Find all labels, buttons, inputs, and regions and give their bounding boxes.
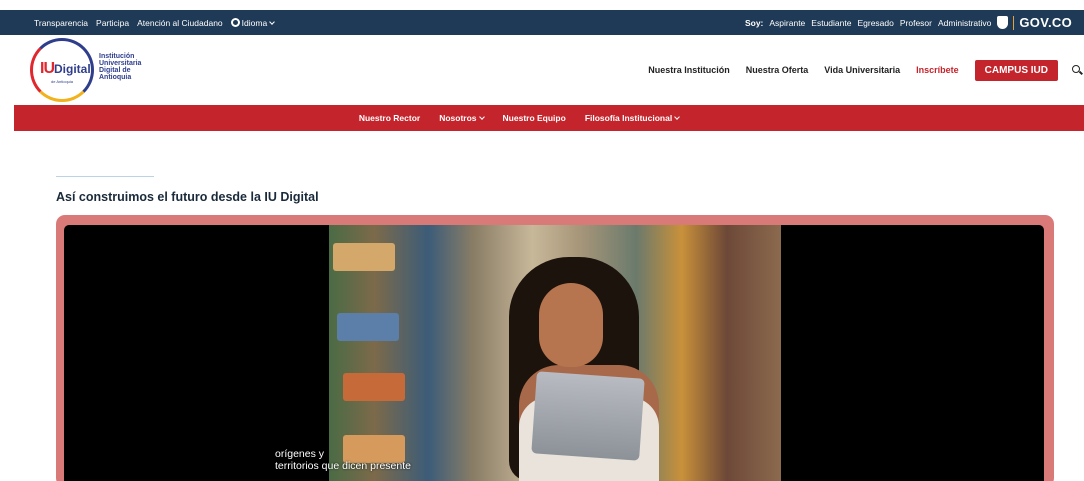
institution-logo[interactable]: IUDigital de Antioquia [30,38,94,102]
subnav-filosofia-institucional[interactable]: Filosofía Institucional [585,113,681,123]
govco-separator [1013,15,1015,30]
painted-board [333,243,395,271]
nav-nuestra-oferta[interactable]: Nuestra Oferta [746,65,809,75]
govco-label: GOV.CO [1019,15,1072,30]
link-participa[interactable]: Participa [96,18,129,28]
link-transparencia[interactable]: Transparencia [34,18,88,28]
role-aspirante[interactable]: Aspirante [769,18,805,28]
top-links: Transparencia Participa Atención al Ciud… [34,10,276,35]
search-icon[interactable] [1070,63,1084,77]
video-thumbnail [329,225,781,481]
chevron-down-icon [478,114,485,120]
video-caption: orígenes y territorios que dicen present… [275,448,411,472]
language-selector[interactable]: Idioma [230,17,276,28]
shield-icon [997,16,1009,29]
subnav-nuestro-equipo[interactable]: Nuestro Equipo [503,113,566,123]
sub-nav: Nuestro Rector Nosotros Nuestro Equipo F… [14,105,1084,131]
subnav-nosotros[interactable]: Nosotros [439,113,485,123]
video-player[interactable]: orígenes y territorios que dicen present… [64,225,1044,481]
subnav-nuestro-rector[interactable]: Nuestro Rector [359,113,420,123]
globe-icon [230,17,240,27]
logo-subtext: de Antioquia [51,79,74,84]
nav-vida-universitaria[interactable]: Vida Universitaria [824,65,900,75]
laptop [531,371,645,461]
nav-nuestra-institucion[interactable]: Nuestra Institución [648,65,730,75]
soy-label: Soy: [744,17,764,28]
logo-wordmark: IUDigital [40,60,91,77]
role-egresado[interactable]: Egresado [857,18,893,28]
section-divider [56,176,154,177]
role-estudiante[interactable]: Estudiante [811,18,851,28]
nav-inscribete[interactable]: Inscríbete [916,65,959,75]
painted-board [337,313,399,341]
role-profesor[interactable]: Profesor [900,18,932,28]
link-atencion-ciudadano[interactable]: Atención al Ciudadano [137,18,223,28]
person-face [539,283,603,367]
top-bar: Transparencia Participa Atención al Ciud… [0,10,1084,35]
role-links: Soy: Aspirante Estudiante Egresado Profe… [745,10,1072,35]
painted-board [343,373,405,401]
main-nav: Nuestra Institución Nuestra Oferta Vida … [648,35,1084,105]
language-label: Idioma [241,17,268,28]
main-header: IUDigital de Antioquia Institución Unive… [14,35,1084,105]
role-administrativo[interactable]: Administrativo [938,18,991,28]
institution-name: Institución Universitaria Digital de Ant… [99,53,142,81]
section-heading: Así construimos el futuro desde la IU Di… [56,190,319,204]
chevron-down-icon [269,18,276,25]
govco-logo[interactable]: GOV.CO [997,15,1072,30]
chevron-down-icon [674,114,681,120]
campus-iud-button[interactable]: CAMPUS IUD [974,59,1058,81]
page: Transparencia Participa Atención al Ciud… [0,0,1084,481]
